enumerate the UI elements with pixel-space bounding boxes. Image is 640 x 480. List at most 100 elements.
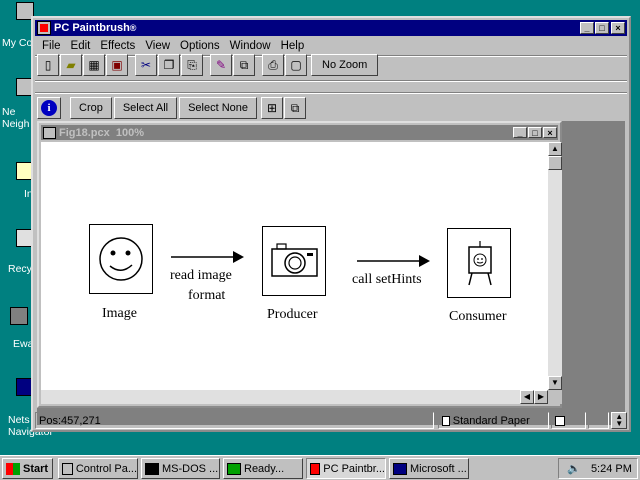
- scroll-up-arrow-icon[interactable]: ▲: [548, 142, 562, 156]
- title-registered-mark: ®: [129, 23, 137, 33]
- no-zoom-button[interactable]: No Zoom: [311, 54, 379, 76]
- consumer-box: [447, 228, 511, 298]
- status-spinner-field: [587, 412, 610, 429]
- document-minimize-button[interactable]: _: [513, 127, 527, 138]
- menu-effects[interactable]: Effects: [95, 40, 140, 52]
- title-bar[interactable]: PC Paintbrush ® _ □ ×: [35, 20, 627, 36]
- menu-options[interactable]: Options: [175, 40, 225, 52]
- main-toolbar: ▯ ▰ ▦ ▣ ✂ ❐ ⎘ ✎ ⧉ ⎙ ▢ No Zoom: [37, 52, 380, 78]
- desktop-icon-label: My Co: [2, 37, 33, 49]
- info-icon[interactable]: i: [37, 97, 61, 119]
- ms-dos-icon: [145, 462, 159, 475]
- taskbar-item-ready[interactable]: Ready...: [223, 458, 303, 479]
- cursor-position: Pos:457,271: [35, 412, 434, 429]
- cut-scissors-icon[interactable]: ✂: [135, 54, 157, 76]
- arrow2-label: call setHints: [352, 272, 422, 287]
- start-button[interactable]: Start: [2, 458, 53, 479]
- arrow-right-icon: [357, 255, 430, 267]
- spin-up-down-icon[interactable]: ▲ ▼: [611, 412, 627, 429]
- selection-toolbar: i Crop Select All Select None ⊞ ⧉: [37, 95, 307, 121]
- desktop-icon-recycle-bin[interactable]: Recy: [0, 225, 34, 277]
- image-canvas[interactable]: Image read image format Producer call se…: [41, 142, 548, 390]
- subtract-selection-icon[interactable]: ⧉: [284, 97, 307, 119]
- mdi-workspace: Fig18.pcx 100% _ □ × Image read image fo…: [37, 121, 625, 425]
- windows-logo-icon: [6, 462, 20, 475]
- arrow1-label-line1: read image: [170, 268, 232, 283]
- save-disk-icon[interactable]: ▣: [106, 54, 128, 76]
- camera-icon: [271, 243, 318, 277]
- taskbar-item-control-panel[interactable]: Control Pa...: [58, 458, 138, 479]
- select-none-button[interactable]: Select None: [179, 97, 258, 119]
- smiley-face-icon: [99, 237, 143, 281]
- full-screen-icon[interactable]: ▢: [285, 54, 307, 76]
- scroll-right-arrow-icon[interactable]: ▶: [534, 390, 548, 404]
- scrollbar-corner: [548, 390, 562, 404]
- arrow-right-icon: [171, 251, 244, 263]
- desktop-icon-network-neighborhood[interactable]: Ne Neigh: [0, 76, 34, 140]
- vertical-scroll-thumb[interactable]: [548, 156, 562, 170]
- paintbrush-app-icon[interactable]: [37, 21, 51, 35]
- edit-pencil-icon[interactable]: ✎: [210, 54, 232, 76]
- document-close-button[interactable]: ×: [543, 127, 557, 138]
- document-icon[interactable]: [43, 126, 56, 139]
- color-indicator: [550, 412, 586, 429]
- scroll-down-arrow-icon[interactable]: ▼: [548, 376, 562, 390]
- document-title-bar[interactable]: Fig18.pcx 100% _ □ ×: [41, 125, 558, 140]
- menu-window[interactable]: Window: [225, 40, 276, 52]
- paintbrush-icon: [310, 462, 321, 475]
- scroll-left-arrow-icon[interactable]: ◀: [520, 390, 534, 404]
- clock[interactable]: 5:24 PM: [591, 463, 632, 475]
- crop-button[interactable]: Crop: [70, 97, 112, 119]
- system-tray: 🔈 5:24 PM: [558, 458, 638, 479]
- menu-help[interactable]: Help: [276, 40, 310, 52]
- desktop-icon-inbox[interactable]: In: [0, 160, 34, 204]
- new-file-icon[interactable]: ▯: [37, 54, 59, 76]
- toolbar-divider-3: [35, 92, 627, 94]
- print-icon[interactable]: ⎙: [262, 54, 284, 76]
- horizontal-scrollbar[interactable]: ◀ ▶: [41, 390, 548, 404]
- desktop-icon-netscape-navigator[interactable]: Nets Navigator: [0, 378, 53, 448]
- select-all-button[interactable]: Select All: [113, 97, 178, 119]
- maximize-button[interactable]: □: [595, 22, 609, 34]
- menu-edit[interactable]: Edit: [66, 40, 96, 52]
- taskbar-item-label: PC Paintbr...: [323, 462, 385, 475]
- taskbar-item-ms-dos[interactable]: MS-DOS ...: [141, 458, 220, 479]
- consumer-label: Consumer: [449, 309, 507, 324]
- taskbar: Start Control Pa... MS-DOS ... Ready... …: [0, 455, 640, 480]
- desktop-icon-my-computer[interactable]: My Co: [0, 0, 34, 52]
- desktop-icon-ewan[interactable]: Ewa: [0, 305, 34, 353]
- pc-paintbrush-window: PC Paintbrush ® _ □ × File Edit Effects V…: [31, 16, 631, 432]
- clipboard-icon[interactable]: ⧉: [233, 54, 255, 76]
- menu-view[interactable]: View: [140, 40, 175, 52]
- document-maximize-button[interactable]: □: [528, 127, 542, 138]
- menu-file[interactable]: File: [37, 40, 66, 52]
- speaker-icon[interactable]: 🔈: [567, 462, 581, 475]
- desktop-icon-label: Recy: [8, 263, 32, 275]
- document-title: Fig18.pcx 100%: [59, 126, 144, 139]
- document-window: Fig18.pcx 100% _ □ × Image read image fo…: [37, 121, 562, 408]
- taskbar-item-microsoft[interactable]: Microsoft ...: [389, 458, 469, 479]
- taskbar-item-label: MS-DOS ...: [162, 462, 219, 475]
- paste-icon[interactable]: ⎘: [181, 54, 203, 76]
- toolbar-divider-2: [35, 80, 627, 82]
- status-bar: Pos:457,271 Standard Paper ▲ ▼: [35, 411, 627, 430]
- shortcut-icon: [10, 307, 28, 325]
- taskbar-item-pc-paintbrush[interactable]: PC Paintbr...: [306, 458, 386, 479]
- palette-grid-icon[interactable]: ▦: [83, 54, 105, 76]
- vertical-scrollbar[interactable]: ▲ ▼: [548, 142, 562, 390]
- image-box: [89, 224, 153, 294]
- add-selection-icon[interactable]: ⊞: [261, 97, 284, 119]
- arrow1-label-line2: format: [188, 288, 226, 303]
- window-title: PC Paintbrush: [54, 22, 130, 34]
- taskbar-item-label: Ready...: [244, 462, 285, 475]
- copy-icon[interactable]: ❐: [158, 54, 180, 76]
- paper-page-icon: [441, 415, 450, 426]
- close-button[interactable]: ×: [611, 22, 625, 34]
- paper-size-label: Standard Paper: [452, 414, 530, 427]
- minimize-button[interactable]: _: [580, 22, 594, 34]
- producer-box: [262, 226, 326, 296]
- image-label: Image: [102, 306, 137, 321]
- word-icon: [393, 462, 407, 475]
- open-folder-icon[interactable]: ▰: [60, 54, 82, 76]
- control-panel-icon: [62, 462, 73, 475]
